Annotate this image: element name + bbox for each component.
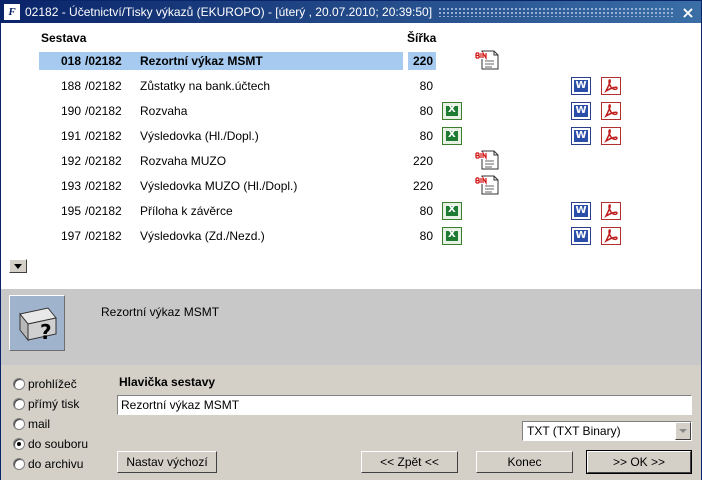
printer-help-icon: ? bbox=[9, 295, 65, 351]
set-default-button[interactable]: Nastav výchozí bbox=[117, 451, 217, 473]
back-button[interactable]: << Zpět << bbox=[361, 451, 458, 473]
report-code: /02182 bbox=[85, 204, 122, 218]
word-icon[interactable]: W bbox=[571, 102, 591, 120]
table-row[interactable]: 195/02182 Příloha k závěrce 80 X W bbox=[1, 199, 701, 223]
report-width: 80 bbox=[419, 129, 433, 143]
scroll-down-icon[interactable] bbox=[9, 259, 27, 273]
output-option[interactable]: přímý tisk bbox=[13, 396, 79, 412]
column-header-sestava: Sestava bbox=[41, 31, 87, 45]
table-row[interactable]: 193/02182 Výsledovka MUZO (Hl./Dopl.) 220 bbox=[1, 174, 701, 198]
report-code: /02182 bbox=[85, 179, 122, 193]
report-width: 220 bbox=[412, 54, 433, 68]
format-select[interactable]: TXT (TXT Binary) bbox=[522, 421, 692, 441]
output-option-label: prohlížeč bbox=[28, 377, 77, 391]
report-code: /02182 bbox=[85, 129, 122, 143]
output-option[interactable]: mail bbox=[13, 416, 50, 432]
word-icon[interactable]: W bbox=[571, 77, 591, 95]
output-option-label: přímý tisk bbox=[28, 397, 80, 411]
table-row[interactable]: 192/02182 Rozvaha MUZO 220 bbox=[1, 149, 701, 173]
output-option[interactable]: prohlížeč bbox=[13, 376, 77, 392]
report-name: Zůstatky na bank.účtech bbox=[140, 79, 271, 93]
report-description: Rezortní výkaz MSMT bbox=[101, 305, 220, 319]
report-number: 190 bbox=[60, 104, 81, 118]
table-row[interactable]: 191/02182 Výsledovka (Hl./Dopl.) 80 X W bbox=[1, 124, 701, 148]
excel-icon[interactable]: X bbox=[442, 127, 462, 145]
pdf-icon[interactable] bbox=[601, 77, 621, 95]
report-number: 191 bbox=[60, 129, 81, 143]
radio-button[interactable] bbox=[13, 458, 25, 470]
report-name: Výsledovka (Zd./Nezd.) bbox=[140, 229, 265, 243]
print-reports-window: F 02182 - Účetnictví/Tisky výkazů (EKURO… bbox=[0, 0, 702, 480]
report-number: 197 bbox=[60, 229, 81, 243]
window-title: 02182 - Účetnictví/Tisky výkazů (EKUROPO… bbox=[25, 5, 433, 19]
report-list: Sestava Šířka 018/02182 Rezortní výkaz MS… bbox=[1, 23, 701, 289]
report-number: 195 bbox=[60, 204, 81, 218]
report-name: Rozvaha bbox=[140, 104, 188, 118]
report-width: 80 bbox=[419, 104, 433, 118]
report-header-input[interactable]: Rezortní výkaz MSMT bbox=[117, 395, 692, 415]
description-panel: ? Rezortní výkaz MSMT bbox=[1, 289, 701, 365]
table-row[interactable]: 190/02182 Rozvaha 80 X W bbox=[1, 99, 701, 123]
end-button[interactable]: Konec bbox=[476, 451, 573, 473]
report-number: 188 bbox=[60, 79, 81, 93]
chevron-down-icon[interactable] bbox=[675, 422, 691, 440]
output-settings: prohlížeč přímý tisk mail do souboru do arch… bbox=[1, 365, 701, 480]
pdf-icon[interactable] bbox=[601, 202, 621, 220]
table-row[interactable]: 197/02182 Výsledovka (Zd./Nezd.) 80 X W bbox=[1, 224, 701, 248]
title-bar[interactable]: F 02182 - Účetnictví/Tisky výkazů (EKURO… bbox=[1, 1, 701, 23]
output-option[interactable]: do souboru bbox=[13, 436, 88, 452]
report-number: 018 bbox=[60, 54, 81, 68]
title-bar-pattern bbox=[438, 7, 673, 17]
report-name: Rozvaha MUZO bbox=[140, 154, 227, 168]
bin-file-icon[interactable] bbox=[473, 174, 501, 196]
report-width: 80 bbox=[419, 229, 433, 243]
report-code: /02182 bbox=[85, 229, 122, 243]
output-option-label: mail bbox=[28, 417, 51, 431]
ok-button[interactable]: >> OK >> bbox=[586, 450, 692, 474]
bin-file-icon[interactable] bbox=[473, 49, 501, 71]
output-option-label: do archivu bbox=[28, 457, 84, 471]
radio-button[interactable] bbox=[13, 418, 25, 430]
report-width: 220 bbox=[412, 179, 433, 193]
report-number: 192 bbox=[60, 154, 81, 168]
report-header-label: Hlavička sestavy bbox=[119, 375, 216, 389]
excel-icon[interactable]: X bbox=[442, 102, 462, 120]
report-number: 193 bbox=[60, 179, 81, 193]
report-code: /02182 bbox=[85, 154, 122, 168]
radio-button[interactable] bbox=[13, 438, 25, 450]
report-name: Výsledovka (Hl./Dopl.) bbox=[140, 129, 259, 143]
word-icon[interactable]: W bbox=[571, 227, 591, 245]
column-header-sirka: Šířka bbox=[407, 31, 437, 45]
excel-icon[interactable]: X bbox=[442, 202, 462, 220]
output-option-label: do souboru bbox=[28, 437, 89, 451]
report-name: Rezortní výkaz MSMT bbox=[140, 54, 263, 68]
pdf-icon[interactable] bbox=[601, 102, 621, 120]
radio-button[interactable] bbox=[13, 398, 25, 410]
word-icon[interactable]: W bbox=[571, 202, 591, 220]
svg-text:?: ? bbox=[40, 320, 52, 344]
pdf-icon[interactable] bbox=[601, 127, 621, 145]
output-option[interactable]: do archivu bbox=[13, 456, 83, 472]
report-name: Příloha k závěrce bbox=[140, 204, 233, 218]
bin-file-icon[interactable] bbox=[473, 149, 501, 171]
report-width: 80 bbox=[419, 79, 433, 93]
report-code: /02182 bbox=[85, 104, 122, 118]
excel-icon[interactable]: X bbox=[442, 227, 462, 245]
close-icon[interactable]: × bbox=[679, 3, 697, 22]
radio-button[interactable] bbox=[13, 378, 25, 390]
table-row[interactable]: 018/02182 Rezortní výkaz MSMT 220 bbox=[1, 49, 701, 73]
pdf-icon[interactable] bbox=[601, 227, 621, 245]
app-icon: F bbox=[4, 4, 20, 20]
report-code: /02182 bbox=[85, 54, 122, 68]
table-row[interactable]: 188/02182 Zůstatky na bank.účtech 80 W bbox=[1, 74, 701, 98]
word-icon[interactable]: W bbox=[571, 127, 591, 145]
report-width: 80 bbox=[419, 204, 433, 218]
format-select-value: TXT (TXT Binary) bbox=[527, 424, 621, 438]
report-name: Výsledovka MUZO (Hl./Dopl.) bbox=[140, 179, 298, 193]
report-width: 220 bbox=[412, 154, 433, 168]
report-code: /02182 bbox=[85, 79, 122, 93]
